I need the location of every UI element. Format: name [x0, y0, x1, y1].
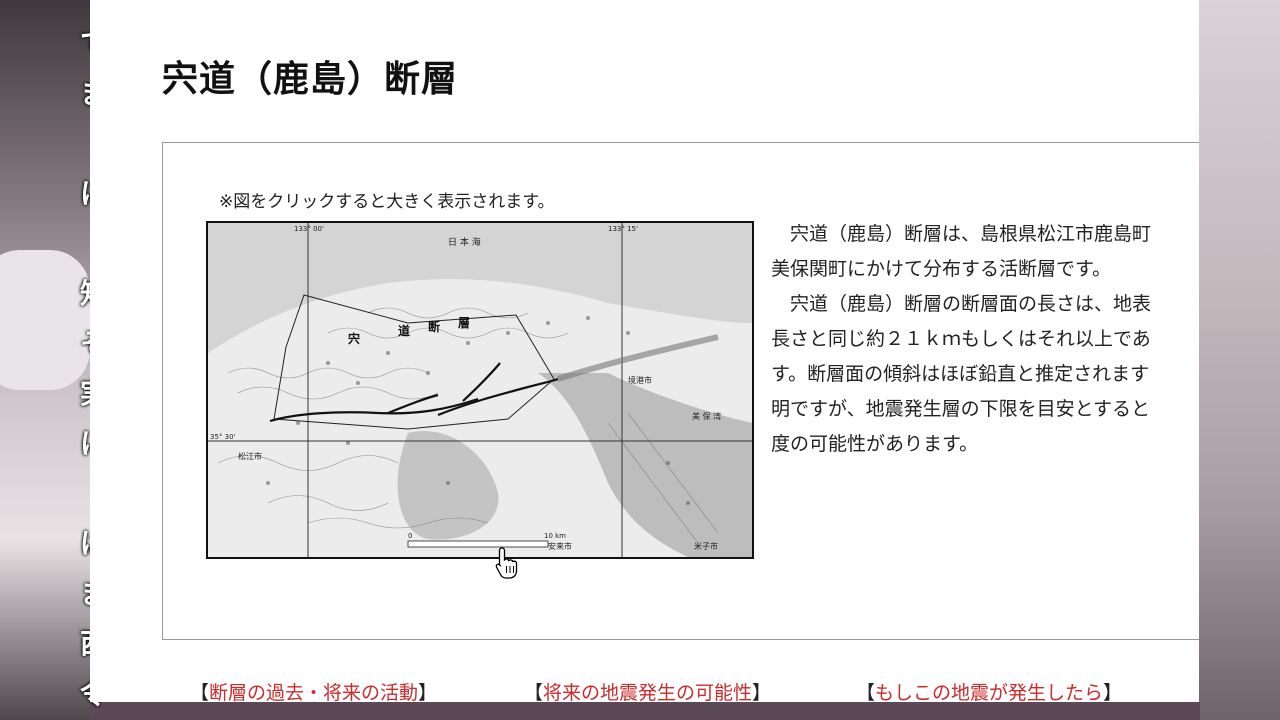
- map-lat-label: 35° 30': [210, 433, 236, 441]
- map-sea-label: 日 本 海: [448, 236, 481, 248]
- map-scale-label: 10 km: [544, 532, 566, 540]
- background-pillow: [0, 250, 90, 390]
- link-if-earthquake-occurs[interactable]: 【もしこの地震が発生したら】: [856, 678, 1122, 702]
- description-line: 明ですが、地震発生層の下限を目安とすると: [771, 398, 1151, 420]
- background-video-bottom: [90, 702, 1200, 720]
- bracket-open: 【: [524, 682, 544, 702]
- page-title: 宍道（鹿島）断層: [162, 59, 459, 100]
- hand-pointer-cursor-icon: [495, 547, 518, 579]
- map-place-label: 安来市: [548, 541, 572, 551]
- description-line: 宍道（鹿島）断層の断層面の長さは、地表: [771, 293, 1152, 315]
- map-lon-label: 133° 00': [294, 225, 324, 233]
- bracket-open: 【: [856, 682, 876, 702]
- bracket-open: 【: [190, 682, 210, 702]
- map-place-label: 美 保 湾: [692, 411, 721, 421]
- map-fault-char: 宍: [348, 331, 360, 346]
- map-fault-char: 層: [458, 316, 470, 330]
- background-video-left: [0, 0, 90, 720]
- fault-map-image[interactable]: 133° 00' 133° 15' 35° 30' 日 本 海 宍 道 断 層 …: [206, 221, 754, 559]
- link-label: もしこの地震が発生したら: [875, 682, 1104, 702]
- browser-page: 宍道（鹿島）断層 ※図をクリックすると大きく表示されます。 133° 00' 1…: [90, 0, 1199, 702]
- link-past-future-activity[interactable]: 【断層の過去・将来の活動】: [190, 678, 437, 702]
- map-fault-char: 断: [428, 319, 440, 334]
- map-scale-label: 0: [408, 532, 412, 540]
- description-line: 長さと同じ約２１ｋｍもしくはそれ以上であ: [771, 328, 1151, 350]
- bracket-close: 】: [1103, 682, 1123, 702]
- map-place-label: 境港市: [628, 375, 652, 385]
- description-line: す。断層面の傾斜はほぼ鉛直と推定されます: [771, 363, 1150, 385]
- map-lon-label: 133° 15': [608, 225, 638, 233]
- description-line: 度の可能性があります。: [771, 433, 979, 455]
- bracket-close: 】: [752, 682, 772, 702]
- description-line: 美保関町にかけて分布する活断層です。: [771, 258, 1112, 280]
- link-label: 断層の過去・将来の活動: [209, 682, 419, 702]
- fault-map-drawing: 133° 00' 133° 15' 35° 30' 日 本 海 宍 道 断 層 …: [208, 223, 752, 557]
- map-place-label: 松江市: [238, 451, 262, 461]
- description-line: 宍道（鹿島）断層は、島根県松江市鹿島町: [771, 223, 1152, 245]
- map-place-label: 米子市: [694, 541, 718, 551]
- section-links: 【断層の過去・将来の活動】 【将来の地震発生の可能性】 【もしこの地震が発生した…: [90, 678, 1199, 702]
- link-earthquake-probability[interactable]: 【将来の地震発生の可能性】: [524, 678, 771, 702]
- click-hint-note: ※図をクリックすると大きく表示されます。: [219, 192, 555, 212]
- content-panel: ※図をクリックすると大きく表示されます。 133° 00' 133° 15' 3…: [162, 142, 1199, 640]
- map-fault-char: 道: [398, 323, 410, 338]
- background-video-right: [1199, 0, 1280, 720]
- link-label: 将来の地震発生の可能性: [543, 682, 753, 702]
- bracket-close: 】: [418, 682, 438, 702]
- fault-description: 宍道（鹿島）断層は、島根県松江市鹿島町 美保関町にかけて分布する活断層です。 宍…: [771, 217, 1199, 462]
